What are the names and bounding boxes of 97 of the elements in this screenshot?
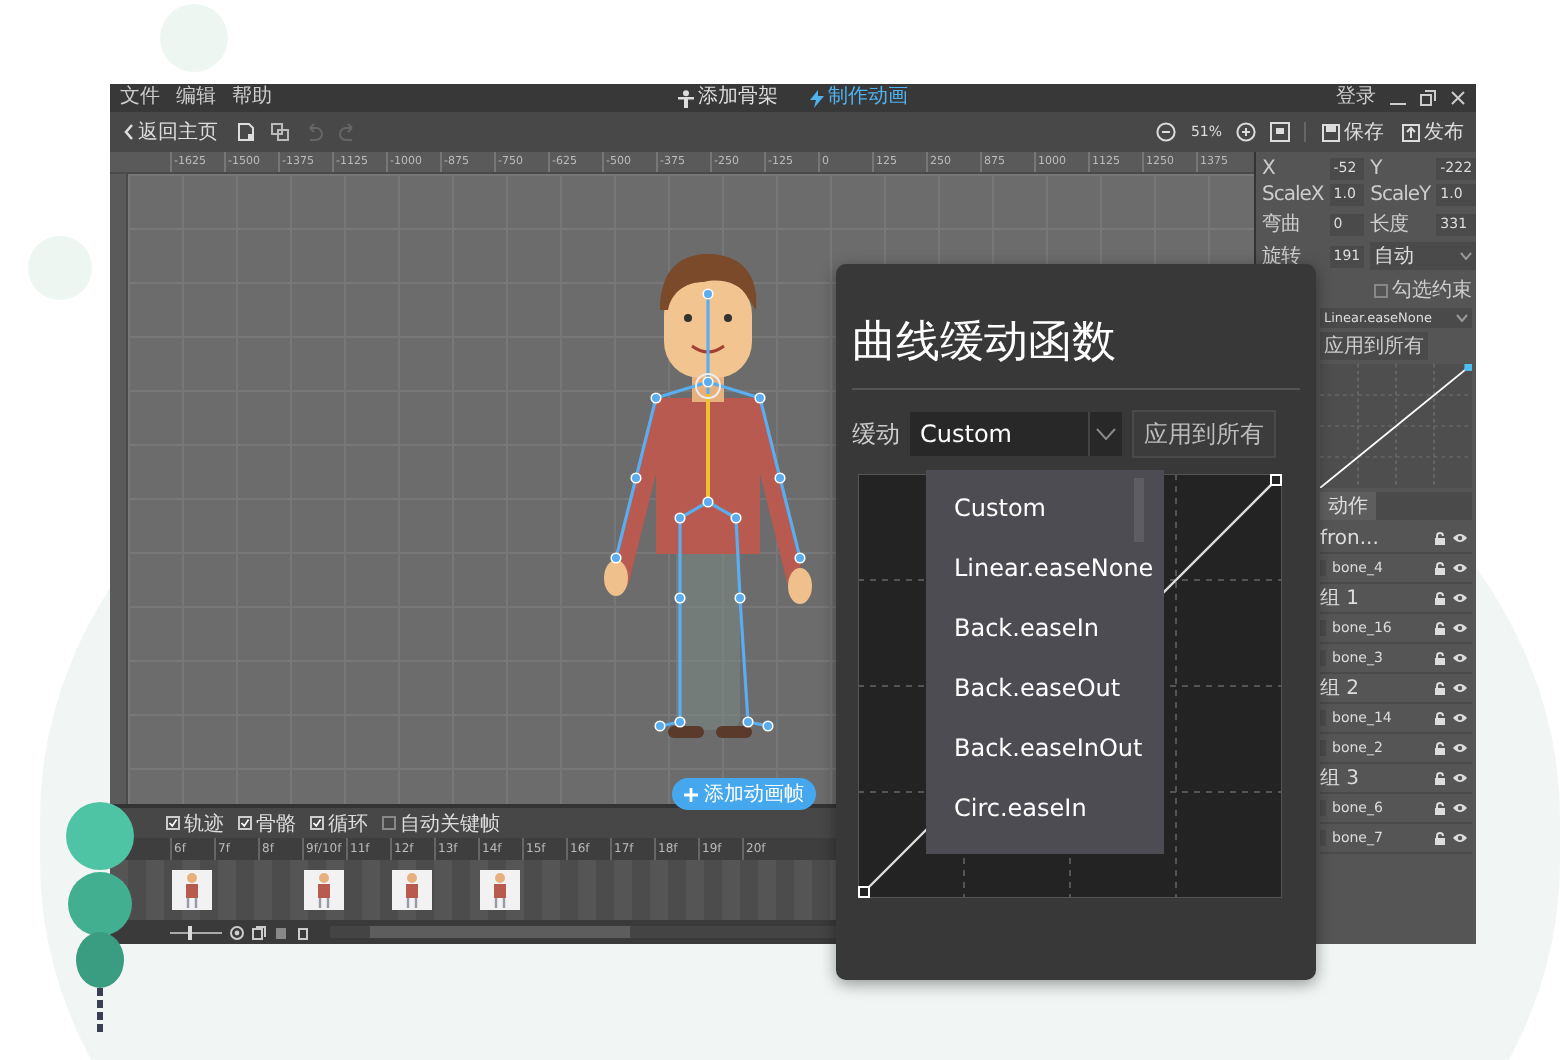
checkbox[interactable] [238, 816, 252, 830]
keyframe-thumbnail[interactable] [480, 870, 520, 910]
upload-icon [1402, 123, 1420, 141]
easing-label: 缓动 [852, 417, 900, 451]
easing-option[interactable]: Circ.easeIn [926, 778, 1164, 838]
back-button[interactable]: 返回主页 [120, 118, 222, 146]
easing-option[interactable]: Back.easeInOut [926, 718, 1164, 778]
apply-all-button[interactable]: 应用到所有 [1132, 410, 1276, 458]
menu-item[interactable]: 文件 [120, 88, 160, 108]
property-label: 弯曲 [1262, 211, 1302, 238]
layer-name: 组 1 [1320, 586, 1360, 612]
keyframe-thumbnail[interactable] [304, 870, 344, 910]
keyframe-thumbnail[interactable] [172, 870, 212, 910]
mode-tab[interactable]: 添加骨架 [678, 88, 778, 108]
eye-icon[interactable] [1452, 832, 1468, 844]
menu-item[interactable]: 编辑 [176, 88, 216, 108]
checkbox[interactable] [1374, 283, 1388, 297]
panel-tab[interactable]: 动作 [1320, 492, 1376, 520]
layer-row[interactable]: 组 3 [1320, 764, 1472, 794]
lock-icon[interactable] [1434, 531, 1446, 545]
fit-screen-icon[interactable] [1270, 122, 1290, 142]
mode-tab[interactable]: 制作动画 [810, 88, 908, 108]
check-icon [168, 816, 178, 830]
check-icon [312, 816, 322, 830]
lock-icon[interactable] [1434, 711, 1446, 725]
lock-icon[interactable] [1434, 591, 1446, 605]
layer-row[interactable]: fron... [1320, 524, 1472, 554]
zoom-in-icon[interactable] [1236, 122, 1256, 142]
caret-icon [1096, 428, 1116, 440]
eye-icon[interactable] [1452, 712, 1468, 724]
zoom-slider-thumb[interactable] [188, 925, 193, 939]
easing-option[interactable]: Linear.easeNone [926, 538, 1164, 598]
menu-item[interactable]: 帮助 [232, 88, 272, 108]
layer-name: 组 3 [1320, 766, 1360, 792]
keyframe-thumbnail[interactable] [392, 870, 432, 910]
rotation-mode-select[interactable]: 自动 [1370, 242, 1477, 270]
property-label: Y [1370, 158, 1385, 180]
lock-icon[interactable] [1434, 681, 1446, 695]
lock-icon[interactable] [1434, 801, 1446, 815]
caret-icon [1456, 314, 1468, 322]
layer-row[interactable]: 组 2 [1320, 674, 1472, 704]
zoom-out-icon[interactable] [1156, 122, 1177, 142]
lock-icon[interactable] [1434, 831, 1446, 845]
trash-icon[interactable] [296, 925, 310, 939]
property-label: ScaleY [1370, 184, 1431, 206]
easing-option[interactable]: Back.easeIn [926, 598, 1164, 658]
login-link[interactable]: 登录 [1336, 88, 1376, 108]
eye-icon[interactable] [1452, 742, 1468, 754]
layer-row[interactable]: 组 1 [1320, 584, 1472, 614]
paste-frame-icon[interactable] [274, 925, 288, 939]
eye-icon[interactable] [1452, 562, 1468, 574]
layer-name: fron... [1320, 527, 1379, 549]
caret-icon [1460, 252, 1473, 260]
save-button[interactable]: 保存 [1320, 118, 1386, 146]
apply-all-button[interactable]: 应用到所有 [1320, 332, 1428, 360]
chevron-left-icon [124, 124, 134, 140]
plus-icon [684, 787, 698, 801]
eye-icon[interactable] [1452, 772, 1468, 784]
property-label: X [1262, 158, 1277, 180]
eye-icon[interactable] [1452, 802, 1468, 814]
close-icon[interactable] [1450, 90, 1466, 106]
timeline-option[interactable]: 循环 [310, 809, 368, 837]
publish-button[interactable]: 发布 [1400, 118, 1466, 146]
lock-icon[interactable] [1434, 771, 1446, 785]
check-icon [240, 816, 250, 830]
timeline-option[interactable]: 自动关键帧 [382, 809, 500, 837]
copy-frame-icon[interactable] [252, 925, 266, 939]
checkbox[interactable] [166, 816, 180, 830]
dialog-title: 曲线缓动函数 [852, 316, 1118, 372]
lock-icon[interactable] [1434, 621, 1446, 635]
figure-icon [678, 89, 694, 107]
checkbox[interactable] [310, 816, 324, 830]
timeline-option[interactable]: 轨迹 [166, 809, 224, 837]
new-file-icon[interactable] [236, 122, 256, 142]
checkbox[interactable] [382, 816, 396, 830]
easing-dropdown[interactable]: Custom [910, 412, 1122, 456]
eye-icon[interactable] [1452, 652, 1468, 664]
eye-icon[interactable] [1452, 622, 1468, 634]
restore-icon[interactable] [1420, 90, 1436, 106]
property-label: 长度 [1370, 211, 1411, 238]
eye-icon[interactable] [1452, 682, 1468, 694]
timeline-option[interactable]: 骨骼 [238, 809, 296, 837]
lock-icon[interactable] [1434, 651, 1446, 665]
eye-icon[interactable] [1452, 532, 1468, 544]
easing-option[interactable]: Back.easeOut [926, 658, 1164, 718]
lock-icon[interactable] [1434, 741, 1446, 755]
lightning-icon [810, 89, 824, 107]
copy-icon[interactable] [270, 122, 290, 142]
lock-icon[interactable] [1434, 561, 1446, 575]
property-label: ScaleX [1262, 184, 1324, 206]
constraint-checkbox[interactable]: 勾选约束 [1374, 276, 1472, 304]
easing-option[interactable]: Custom [926, 478, 1164, 538]
target-icon[interactable] [230, 925, 244, 939]
save-icon [1322, 123, 1340, 141]
eye-icon[interactable] [1452, 592, 1468, 604]
property-label: 旋转 [1262, 243, 1303, 270]
layer-name: 组 2 [1320, 676, 1360, 702]
